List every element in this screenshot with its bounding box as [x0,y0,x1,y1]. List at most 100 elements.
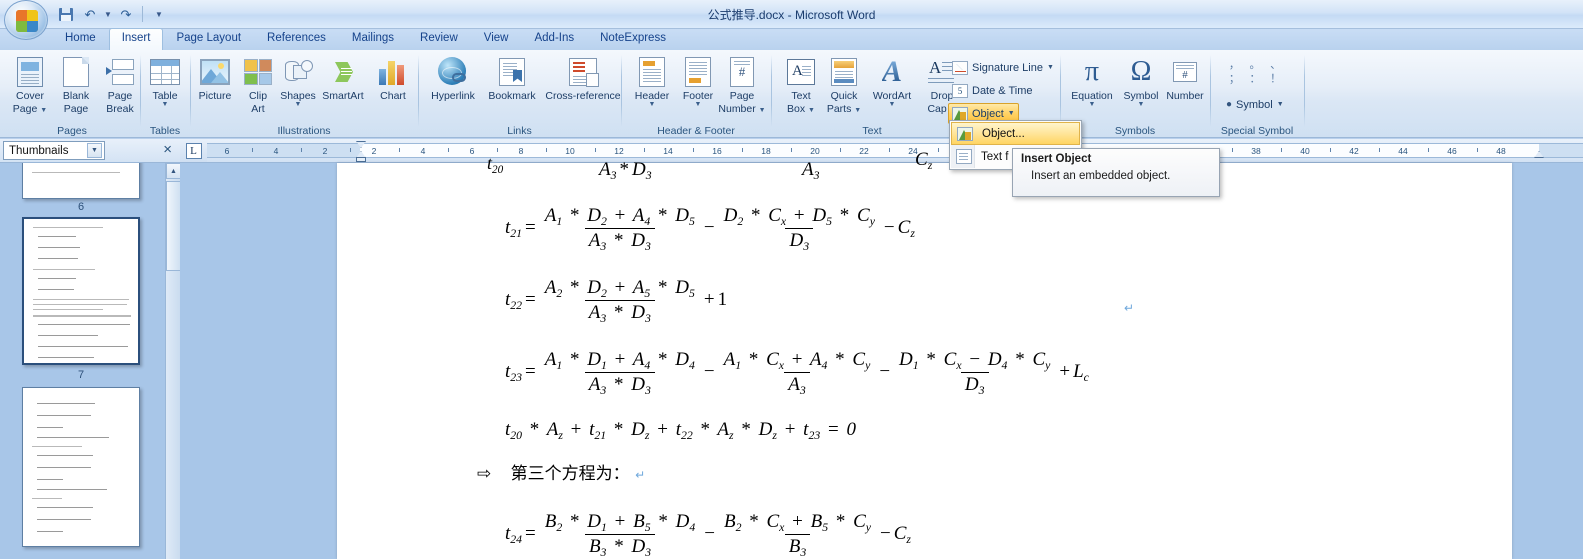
ruler-minor-mark [252,148,253,152]
office-button[interactable] [4,0,48,40]
app-name-suffix: - Microsoft Word [784,8,875,22]
symbol-button[interactable]: Ω Symbol ▼ [1118,53,1164,121]
thumbnail-page-7[interactable] [22,217,140,365]
ruler-minor-mark [791,148,792,152]
ruler-tick-18: 18 [761,146,770,156]
tab-view[interactable]: View [471,29,522,50]
cross-reference-button[interactable]: Cross-reference [541,53,625,121]
ruler-tick-12: 12 [614,146,623,156]
wordart-button[interactable]: A WordArt ▼ [864,53,920,121]
special-symbol-cell-0[interactable]: ， [1224,58,1245,72]
ruler-tick-6: 6 [225,146,230,156]
equation-button[interactable]: π Equation ▼ [1065,53,1119,121]
tab-noteexpress[interactable]: NoteExpress [587,29,679,50]
bookmark-label: Bookmark [488,91,535,102]
signature-line-icon [952,61,968,75]
thumbnail-pane: Thumbnails ▼ × 6 [0,139,180,559]
smartart-button[interactable]: SmartArt [315,53,371,121]
text-box-label-2: Box ▼ [787,104,815,115]
special-symbol-cell-4[interactable]: ： [1245,72,1266,86]
chart-button[interactable]: Chart [369,53,417,121]
page-number-icon: # [730,55,754,89]
header-icon [639,55,665,89]
hyperlink-icon [438,55,468,89]
quick-parts-button[interactable]: Quick Parts ▼ [820,53,868,121]
chinese-paragraph: ⇨ 第三个方程为： ↵ [477,459,645,484]
date-time-button[interactable]: 5 Date & Time [948,80,1037,101]
tooltip-title: Insert Object [1021,153,1211,165]
equation-icon: π [1085,55,1099,89]
special-symbol-cell-2[interactable]: 、 [1265,58,1286,72]
special-symbol-gallery[interactable]: ，。、 ；：！ [1224,58,1286,86]
scrollbar-thumb[interactable] [166,181,180,271]
object-icon [952,107,968,121]
tab-add-ins[interactable]: Add-Ins [521,29,587,50]
bookmark-button[interactable]: Bookmark [481,53,543,121]
group-label-text: Text [772,125,972,137]
thumbnail-page-8[interactable] [22,387,140,547]
ruler-minor-mark [595,148,596,152]
page-break-button[interactable]: Page Break [96,53,144,121]
wordart-icon: A [882,55,902,89]
ruler-minor-mark [742,148,743,152]
arrow-bullet-icon: ⇨ [477,464,491,484]
cover-page-icon [17,55,43,89]
document-page[interactable]: t20 A3*D3 A3 Cz t21=A1 * D2 + A4 * D5A3 … [337,163,1512,559]
ruler-tick-46: 46 [1447,146,1456,156]
chevron-down-icon: ▼ [295,102,302,108]
chevron-down-icon: ▼ [1277,101,1284,108]
table-button[interactable]: Table ▼ [141,53,189,121]
ribbon-group-links: Hyperlink Bookmark Cross-reference Links [419,50,620,138]
thumbnail-page-6[interactable] [22,163,140,199]
blank-page-button[interactable]: Blank Page [52,53,100,121]
special-symbol-cell-5[interactable]: ！ [1265,72,1286,86]
scroll-up-icon[interactable]: ▲ [166,163,180,179]
picture-icon [200,55,230,89]
thumbnail-scrollbar[interactable]: ▲ [165,163,180,559]
left-indent-marker[interactable] [356,157,366,162]
thumbnail-pane-header: Thumbnails ▼ × [0,139,180,163]
quick-parts-icon [831,55,857,89]
cover-page-button[interactable]: Cover Page ▼ [6,53,54,121]
footer-button[interactable]: Footer ▼ [674,53,722,121]
equation-t21: t21=A1 * D2 + A4 * D5A3 * D3−D2 * Cx + D… [505,205,915,252]
object-icon [956,127,974,141]
number-button[interactable]: # Number [1162,53,1208,121]
group-divider [1210,55,1211,127]
chart-label: Chart [380,91,406,102]
menu-item-object[interactable]: Object... [951,122,1080,145]
hyperlink-button[interactable]: Hyperlink [423,53,483,121]
header-button[interactable]: Header ▼ [628,53,676,121]
tab-insert[interactable]: Insert [109,28,164,50]
text-box-button[interactable]: A Text Box ▼ [777,53,825,121]
tab-selector[interactable]: L [180,139,207,163]
horizontal-ruler[interactable]: 6422468101214161820222426283032343638404… [207,139,1583,163]
thumbnail-pane-selector[interactable]: Thumbnails ▼ [3,141,105,160]
chevron-down-icon[interactable]: ▼ [87,143,102,158]
group-label-tables: Tables [141,125,189,137]
group-label-special-symbol: Special Symbol [1212,125,1302,137]
tab-home[interactable]: Home [52,29,109,50]
chevron-down-icon: ▼ [889,102,896,108]
signature-line-label: Signature Line [972,62,1043,74]
clip-art-label-1: Clip [249,91,267,102]
picture-button[interactable]: Picture [191,53,239,121]
tab-mailings[interactable]: Mailings [339,29,407,50]
tab-review[interactable]: Review [407,29,471,50]
close-pane-button[interactable]: × [163,142,172,158]
tooltip: Insert Object Insert an embedded object. [1012,148,1220,197]
object-label: Object [972,108,1004,120]
ruler-minor-mark [1232,148,1233,152]
special-symbol-cell-1[interactable]: 。 [1245,58,1266,72]
chevron-down-icon: ▼ [649,102,656,108]
signature-line-button[interactable]: Signature Line ▼ [948,57,1058,78]
equation-t20-term-cz: Cz [915,149,932,171]
special-symbol-button[interactable]: ● Symbol ▼ [1222,94,1288,115]
tab-page-layout[interactable]: Page Layout [163,29,254,50]
tab-references[interactable]: References [254,29,339,50]
text-box-label-1: Text [791,91,810,102]
equation-sum: t20 * Az + t21 * Dz + t22 * Az * Dz + t2… [505,419,856,441]
page-number-button[interactable]: # Page Number ▼ [716,53,768,121]
special-symbol-cell-3[interactable]: ； [1224,72,1245,86]
bullet-icon: ● [1226,99,1232,110]
